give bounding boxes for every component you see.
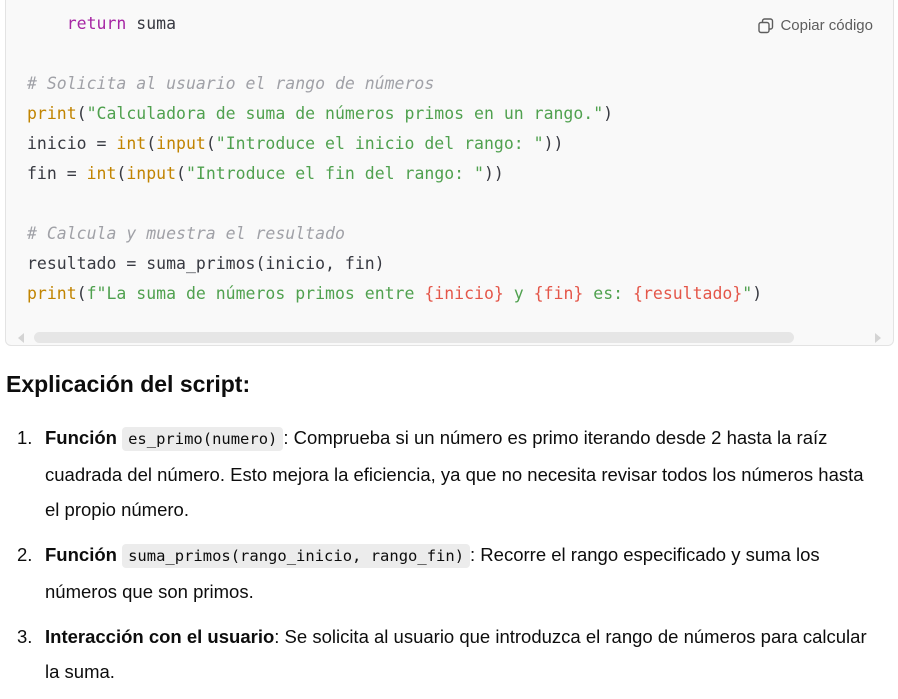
list-item: 3. Interacción con el usuario: Se solici… [0,619,880,689]
horizontal-scrollbar[interactable] [16,331,883,345]
code-line-4: print("Calculadora de suma de números pr… [27,104,614,123]
code-line-6: fin = int(input("Introduce el fin del ra… [27,164,504,183]
code-content: return suma # Solicita al usuario el ran… [27,9,762,309]
keyword-return: return [66,14,127,33]
code-line-1: return suma [66,14,177,33]
scroll-right-arrow-icon[interactable] [875,333,881,343]
scrollbar-thumb[interactable] [34,332,794,343]
item-bold-label: Función [45,544,117,565]
list-number: 3. [17,626,33,647]
item-bold-label: Función [45,427,117,448]
explanation-list: 1. Función es_primo(numero): Comprueba s… [0,420,880,699]
code-line-9: resultado = suma_primos(inicio, fin) [27,254,385,273]
code-comment-2: # Calcula y muestra el resultado [27,224,345,243]
scroll-left-arrow-icon[interactable] [18,333,24,343]
item-bold-label: Interacción con el usuario [45,626,275,647]
code-line-5: inicio = int(input("Introduce el inicio … [27,134,564,153]
list-number: 1. [17,427,33,448]
code-block: Copiar código return suma # Solicita al … [5,0,894,346]
list-item: 2. Función suma_primos(rango_inicio, ran… [0,537,880,609]
code-line-10: print(f"La suma de números primos entre … [27,284,763,303]
list-item: 1. Función es_primo(numero): Comprueba s… [0,420,880,527]
code-comment-1: # Solicita al usuario el rango de número… [27,74,435,93]
list-number: 2. [17,544,33,565]
inline-code: es_primo(numero) [122,427,284,451]
copy-code-label: Copiar código [780,17,873,34]
section-heading: Explicación del script: [6,371,251,397]
inline-code: suma_primos(rango_inicio, rango_fin) [122,544,471,568]
copy-code-button[interactable]: Copiar código [758,17,873,34]
